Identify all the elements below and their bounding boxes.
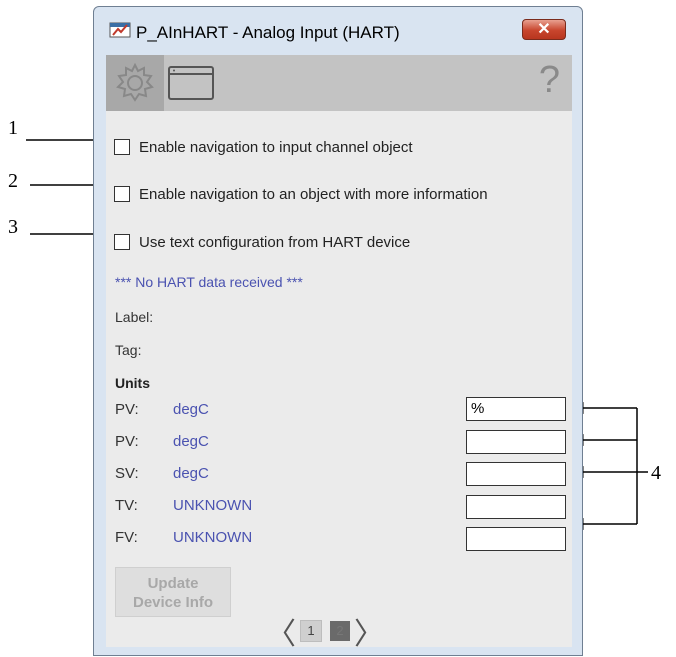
title-bar[interactable]: P_AInHART - Analog Input (HART) ✕ (94, 7, 582, 55)
unit-entry-field[interactable] (466, 527, 566, 551)
callout-1: 1 (8, 117, 18, 139)
page-2-button[interactable]: 2 (330, 621, 350, 641)
tab-faceplate[interactable] (166, 61, 216, 107)
unit-value: degC (173, 465, 209, 482)
help-icon[interactable]: ? (539, 59, 560, 102)
unit-entry-field[interactable] (466, 495, 566, 519)
unit-value: UNKNOWN (173, 529, 253, 546)
unit-entry-field[interactable] (466, 430, 566, 454)
faceplate-window: P_AInHART - Analog Input (HART) ✕ ? Enab… (93, 6, 583, 656)
unit-value: degC (173, 401, 209, 418)
callout-2: 2 (8, 170, 18, 192)
option-hart-text-config[interactable]: Use text configuration from HART device (114, 232, 410, 252)
update-button-line1: Update (147, 575, 199, 592)
option-label: Enable navigation to input channel objec… (139, 138, 413, 156)
prev-page-button[interactable]: 〈 (266, 609, 296, 653)
page-navigator: 〈 1 2 〉 (266, 611, 384, 651)
update-device-info-button[interactable]: Update Device Info (115, 567, 231, 617)
option-nav-more-info[interactable]: Enable navigation to an object with more… (114, 184, 488, 204)
tab-engineering[interactable] (106, 55, 164, 111)
units-header: Units (115, 375, 150, 391)
unit-value: UNKNOWN (173, 497, 253, 514)
unit-name: FV: (115, 529, 138, 546)
hart-status-text: *** No HART data received *** (115, 274, 303, 290)
option-nav-input-channel[interactable]: Enable navigation to input channel objec… (114, 137, 413, 157)
toolbar: ? (106, 55, 572, 111)
next-page-button[interactable]: 〉 (354, 609, 384, 653)
tag-caption: Tag: (115, 342, 142, 358)
unit-name: TV: (115, 497, 138, 514)
unit-name: SV: (115, 465, 139, 482)
checkbox[interactable] (114, 234, 130, 250)
label-caption: Label: (115, 309, 154, 325)
checkbox[interactable] (114, 139, 130, 155)
window-title: P_AInHART - Analog Input (HART) (136, 23, 400, 42)
option-label: Enable navigation to an object with more… (139, 185, 488, 203)
unit-name: PV: (115, 401, 139, 418)
unit-entry-field[interactable]: % (466, 397, 566, 421)
config-panel: Enable navigation to input channel objec… (106, 111, 572, 651)
callout-4: 4 (651, 462, 661, 484)
app-icon (109, 22, 131, 38)
callout-3: 3 (8, 216, 18, 238)
close-button[interactable]: ✕ (522, 19, 566, 40)
update-button-line2: Device Info (132, 594, 214, 611)
page-1-button[interactable]: 1 (300, 620, 322, 642)
window-icon (168, 66, 214, 100)
gear-icon (116, 62, 154, 102)
checkbox[interactable] (114, 186, 130, 202)
unit-entry-field[interactable] (466, 462, 566, 486)
unit-value: degC (173, 433, 209, 450)
unit-name: PV: (115, 433, 139, 450)
option-label: Use text configuration from HART device (139, 233, 411, 251)
